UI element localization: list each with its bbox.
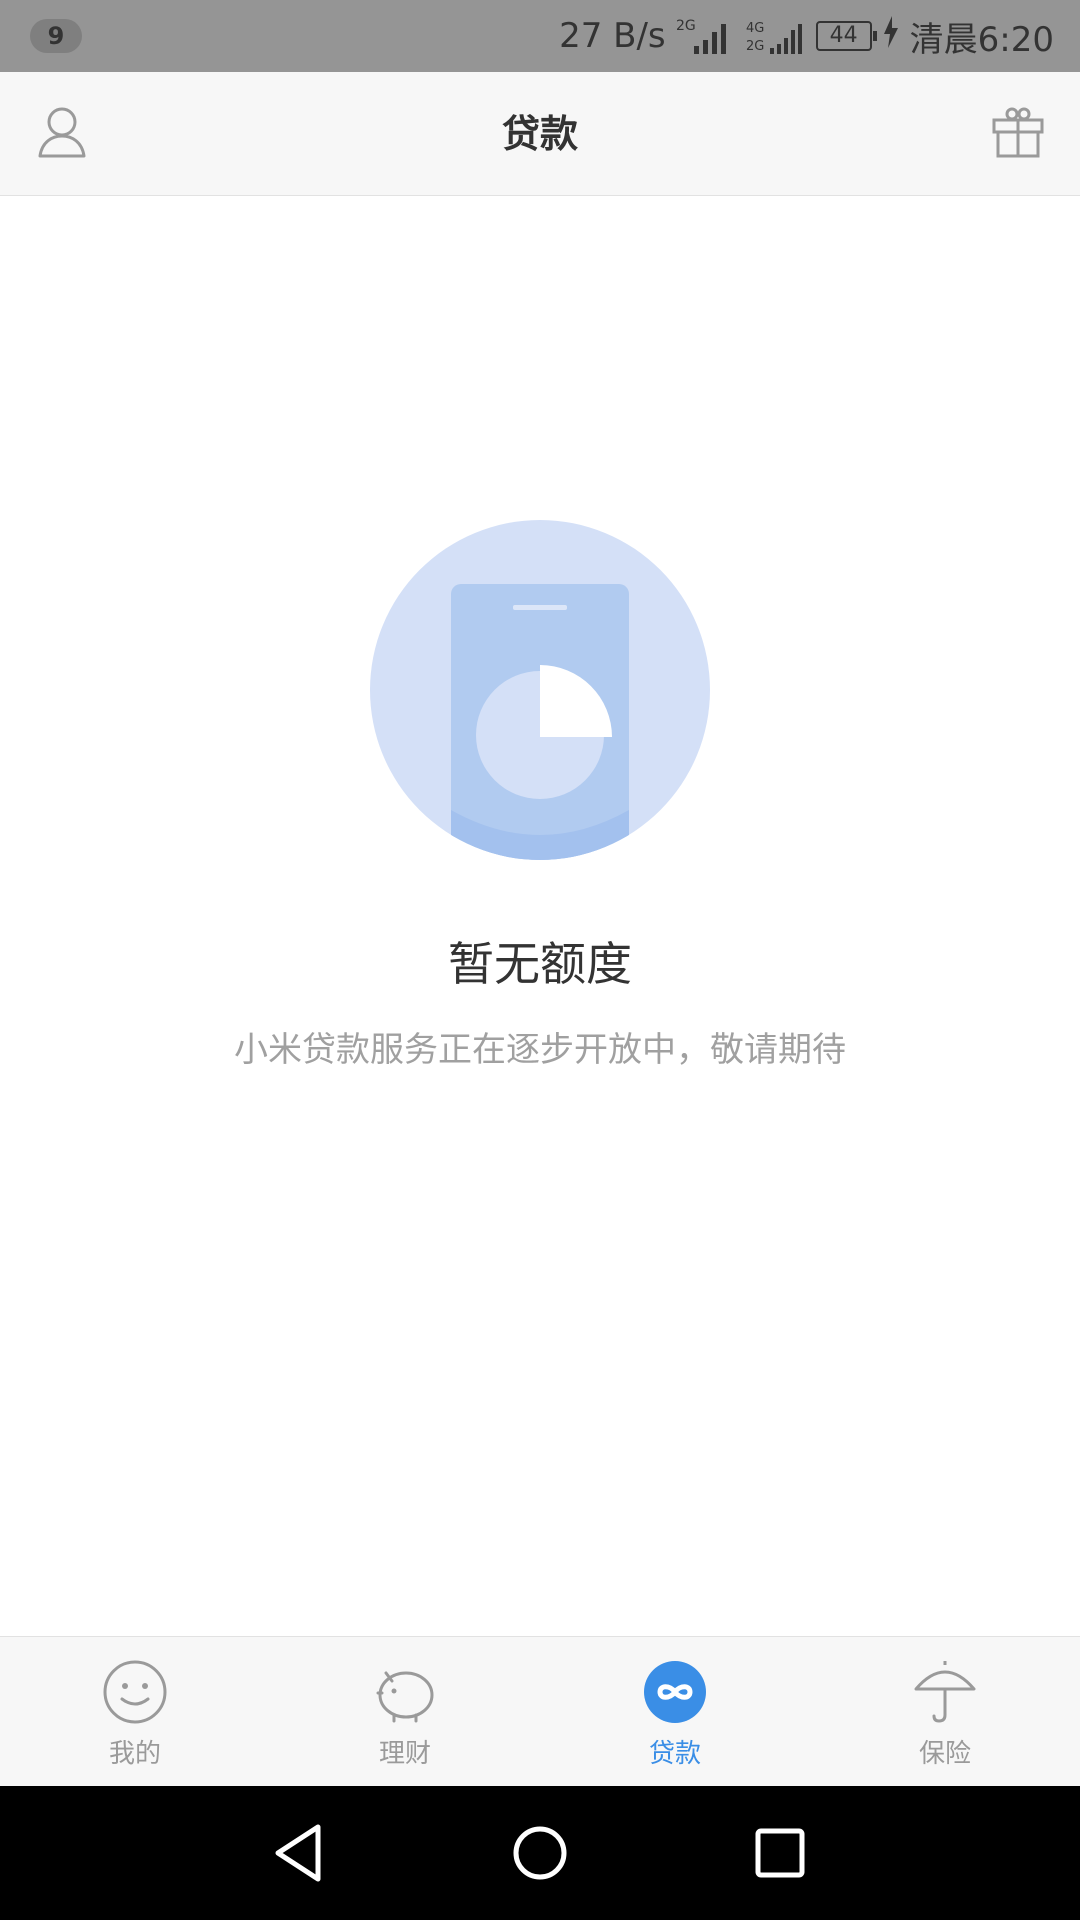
tab-finance[interactable]: 理财 bbox=[270, 1637, 540, 1786]
status-bar: 9 27 B/s 2G 4G 2G 44 清晨6:20 bbox=[0, 0, 1080, 72]
clock: 清晨6:20 bbox=[909, 19, 1054, 60]
charging-icon bbox=[882, 15, 900, 57]
tab-loan[interactable]: 贷款 bbox=[540, 1637, 810, 1786]
app-header: 贷款 bbox=[0, 72, 1080, 196]
notification-badge: 9 bbox=[30, 19, 82, 53]
empty-illustration bbox=[370, 520, 710, 860]
piggy-bank-icon bbox=[372, 1659, 438, 1725]
smiley-icon bbox=[102, 1659, 168, 1725]
infinity-icon bbox=[642, 1659, 708, 1725]
system-nav-bar bbox=[0, 1786, 1080, 1920]
sim2-label-bottom: 2G bbox=[746, 39, 764, 54]
empty-title: 暂无额度 bbox=[448, 937, 632, 991]
tab-label: 我的 bbox=[108, 1739, 161, 1769]
back-icon[interactable] bbox=[260, 1813, 340, 1893]
tab-mine[interactable]: 我的 bbox=[0, 1637, 270, 1786]
tab-label: 贷款 bbox=[648, 1739, 701, 1769]
empty-subtitle: 小米贷款服务正在逐步开放中，敬请期待 bbox=[234, 1030, 846, 1070]
signal-sim2-icon: 4G 2G bbox=[746, 16, 806, 56]
bottom-tab-bar: 我的 理财 贷款 保险 bbox=[0, 1636, 1080, 1786]
tab-insurance[interactable]: 保险 bbox=[810, 1637, 1080, 1786]
home-icon[interactable] bbox=[500, 1813, 580, 1893]
umbrella-icon bbox=[912, 1659, 978, 1725]
tab-label: 理财 bbox=[378, 1739, 431, 1769]
signal-sim1-icon: 2G bbox=[676, 16, 736, 56]
status-right: 27 B/s 2G 4G 2G 44 清晨6:20 bbox=[559, 0, 1054, 72]
battery-icon: 44 bbox=[815, 21, 877, 51]
gift-icon[interactable] bbox=[986, 100, 1050, 164]
sim2-label-top: 4G bbox=[746, 21, 764, 36]
tab-label: 保险 bbox=[918, 1739, 971, 1769]
net-speed: 27 B/s bbox=[559, 16, 666, 56]
page-title: 贷款 bbox=[501, 112, 578, 156]
recent-apps-icon[interactable] bbox=[740, 1813, 820, 1893]
sim1-label: 2G bbox=[676, 18, 696, 34]
